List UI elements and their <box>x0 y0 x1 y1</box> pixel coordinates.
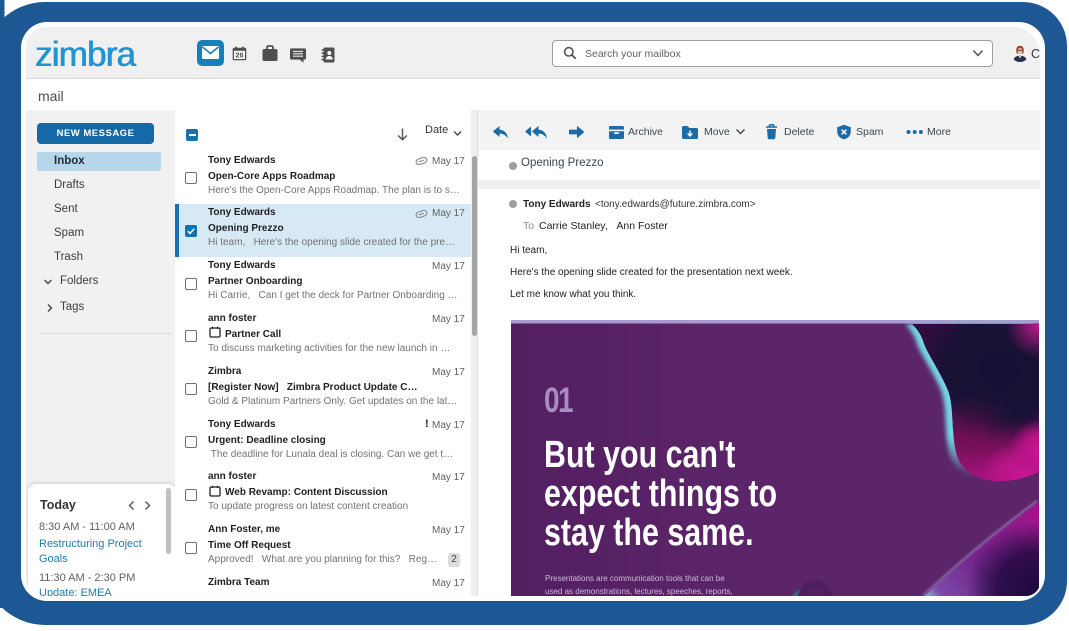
svg-text:26: 26 <box>235 51 243 60</box>
